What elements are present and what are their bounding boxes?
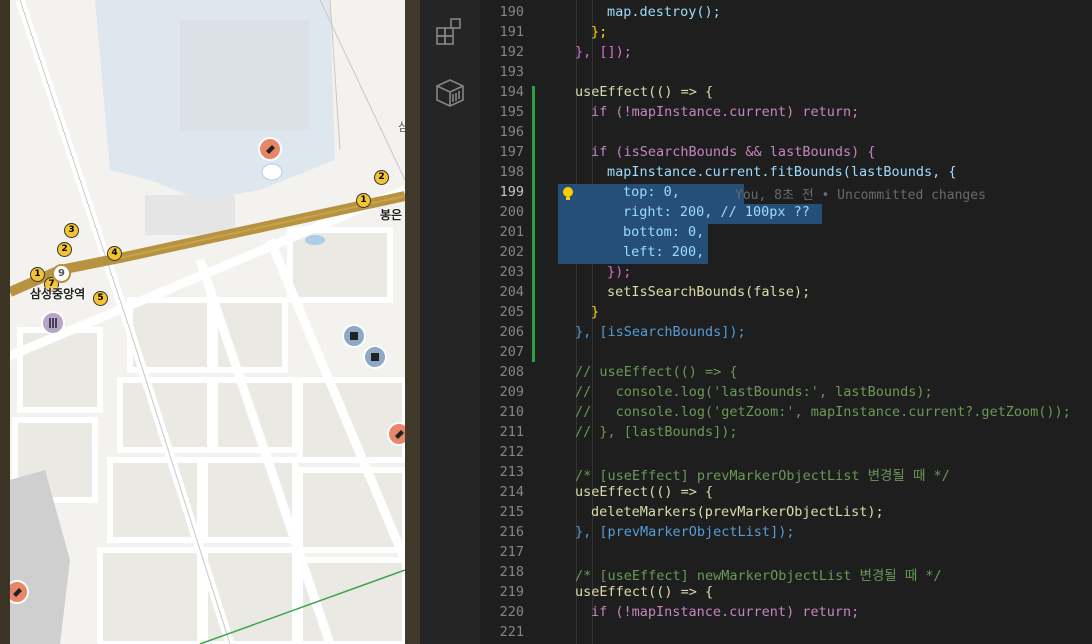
area-label: 삼	[398, 120, 405, 134]
building-icon	[350, 332, 358, 340]
poi-marker[interactable]	[363, 345, 387, 369]
tag-icon	[13, 588, 22, 597]
code-line[interactable]: };	[591, 24, 607, 40]
line-number: 198	[499, 164, 524, 180]
poi-marker[interactable]	[342, 324, 366, 348]
code-line[interactable]: }	[591, 304, 599, 320]
restaurant-icon	[49, 318, 57, 328]
activity-bar	[420, 0, 480, 644]
code-line[interactable]: setIsSearchBounds(false);	[607, 284, 810, 300]
line-number: 203	[499, 264, 524, 280]
building-icon	[371, 353, 379, 361]
lightbulb-icon[interactable]	[561, 186, 575, 202]
code-line[interactable]: right: 200, // 100px ??	[623, 204, 810, 220]
code-line[interactable]: // console.log('getZoom:', mapInstance.c…	[575, 404, 1071, 420]
line-number: 208	[499, 364, 524, 380]
code-line[interactable]: if (!mapInstance.current) return;	[591, 104, 859, 120]
extensions-icon[interactable]	[434, 16, 466, 48]
poi-marker[interactable]	[387, 422, 405, 446]
code-line[interactable]: });	[607, 264, 631, 280]
station-label[interactable]: 삼성중앙역	[30, 285, 85, 302]
line-number: 195	[499, 104, 524, 120]
code-line[interactable]: useEffect(() => {	[575, 584, 713, 600]
line-number: 194	[499, 84, 524, 100]
exit-badge: 2	[374, 170, 389, 185]
line-number: 207	[499, 344, 524, 360]
git-blame-annotation: You, 8초 전 • Uncommitted changes	[735, 188, 986, 203]
code-line[interactable]: // console.log('lastBounds:', lastBounds…	[575, 384, 933, 400]
exit-badge: 3	[64, 223, 79, 238]
tag-icon	[395, 430, 404, 439]
line-number: 217	[499, 544, 524, 560]
code-editor[interactable]: 190 191 192 193 194 195 196 197 198 199 …	[480, 0, 1092, 644]
line-number: 209	[499, 384, 524, 400]
code-line[interactable]: mapInstance.current.fitBounds(lastBounds…	[607, 164, 957, 180]
line-number: 213	[499, 464, 524, 480]
line-number: 202	[499, 244, 524, 260]
code-line[interactable]: // useEffect(() => {	[575, 364, 738, 380]
code-line[interactable]: /* [useEffect] prevMarkerObjectList 변경될 …	[575, 464, 950, 484]
code-line[interactable]: useEffect(() => {	[575, 84, 713, 100]
git-change-indicator	[532, 86, 535, 362]
code-line[interactable]: if (isSearchBounds && lastBounds) {	[591, 144, 875, 160]
pane-divider[interactable]	[405, 0, 420, 644]
line-number: 201	[499, 224, 524, 240]
exit-badge: 1	[30, 267, 45, 282]
poi-marker[interactable]	[41, 311, 65, 335]
code-line[interactable]: /* [useEffect] newMarkerObjectList 변경될 때…	[575, 564, 942, 584]
building-block	[180, 20, 310, 130]
line-number: 215	[499, 504, 524, 520]
line-number: 221	[499, 624, 524, 640]
code-line[interactable]: top: 0,	[623, 184, 680, 200]
line-number: 210	[499, 404, 524, 420]
code-line[interactable]: map.destroy();	[607, 4, 721, 20]
line-number: 205	[499, 304, 524, 320]
line-number: 192	[499, 44, 524, 60]
code-line[interactable]: useEffect(() => {	[575, 484, 713, 500]
line-number: 197	[499, 144, 524, 160]
line-number: 204	[499, 284, 524, 300]
building-block	[145, 195, 235, 235]
line-number: 190	[499, 4, 524, 20]
code-line[interactable]: }, [isSearchBounds]);	[575, 324, 746, 340]
code-line[interactable]: bottom: 0,	[623, 224, 704, 240]
map-view[interactable]: 3 2 4 1 5 7 2 1 9 삼성중앙역 봉은 삼	[0, 0, 405, 644]
line-number: 212	[499, 444, 524, 460]
line-number: 191	[499, 24, 524, 40]
exit-badge: 5	[93, 291, 108, 306]
code-line[interactable]: // }, [lastBounds]);	[575, 424, 738, 440]
line-number: 211	[499, 424, 524, 440]
code-line[interactable]: deleteMarkers(prevMarkerObjectList);	[591, 504, 884, 520]
station-badge[interactable]: 9	[52, 264, 71, 283]
package-icon[interactable]	[434, 76, 466, 108]
line-number: 219	[499, 584, 524, 600]
line-number: 216	[499, 524, 524, 540]
code-line[interactable]: }, []);	[575, 44, 632, 60]
poi-marker[interactable]	[258, 137, 282, 161]
exit-badge: 1	[356, 193, 371, 208]
line-number: 220	[499, 604, 524, 620]
line-number: 193	[499, 64, 524, 80]
line-number: 218	[499, 564, 524, 580]
code-line[interactable]: left: 200,	[623, 244, 704, 260]
line-number: 200	[499, 204, 524, 220]
station-label-2[interactable]: 봉은	[380, 206, 402, 223]
line-number: 206	[499, 324, 524, 340]
line-number: 196	[499, 124, 524, 140]
code-line[interactable]: if (!mapInstance.current) return;	[591, 604, 859, 620]
line-number-active: 199	[499, 184, 524, 200]
tag-icon	[266, 145, 275, 154]
code-line[interactable]: }, [prevMarkerObjectList]);	[575, 524, 794, 540]
exit-badge: 2	[57, 242, 72, 257]
line-number: 214	[499, 484, 524, 500]
window-edge	[0, 0, 10, 644]
exit-badge: 4	[107, 246, 122, 261]
